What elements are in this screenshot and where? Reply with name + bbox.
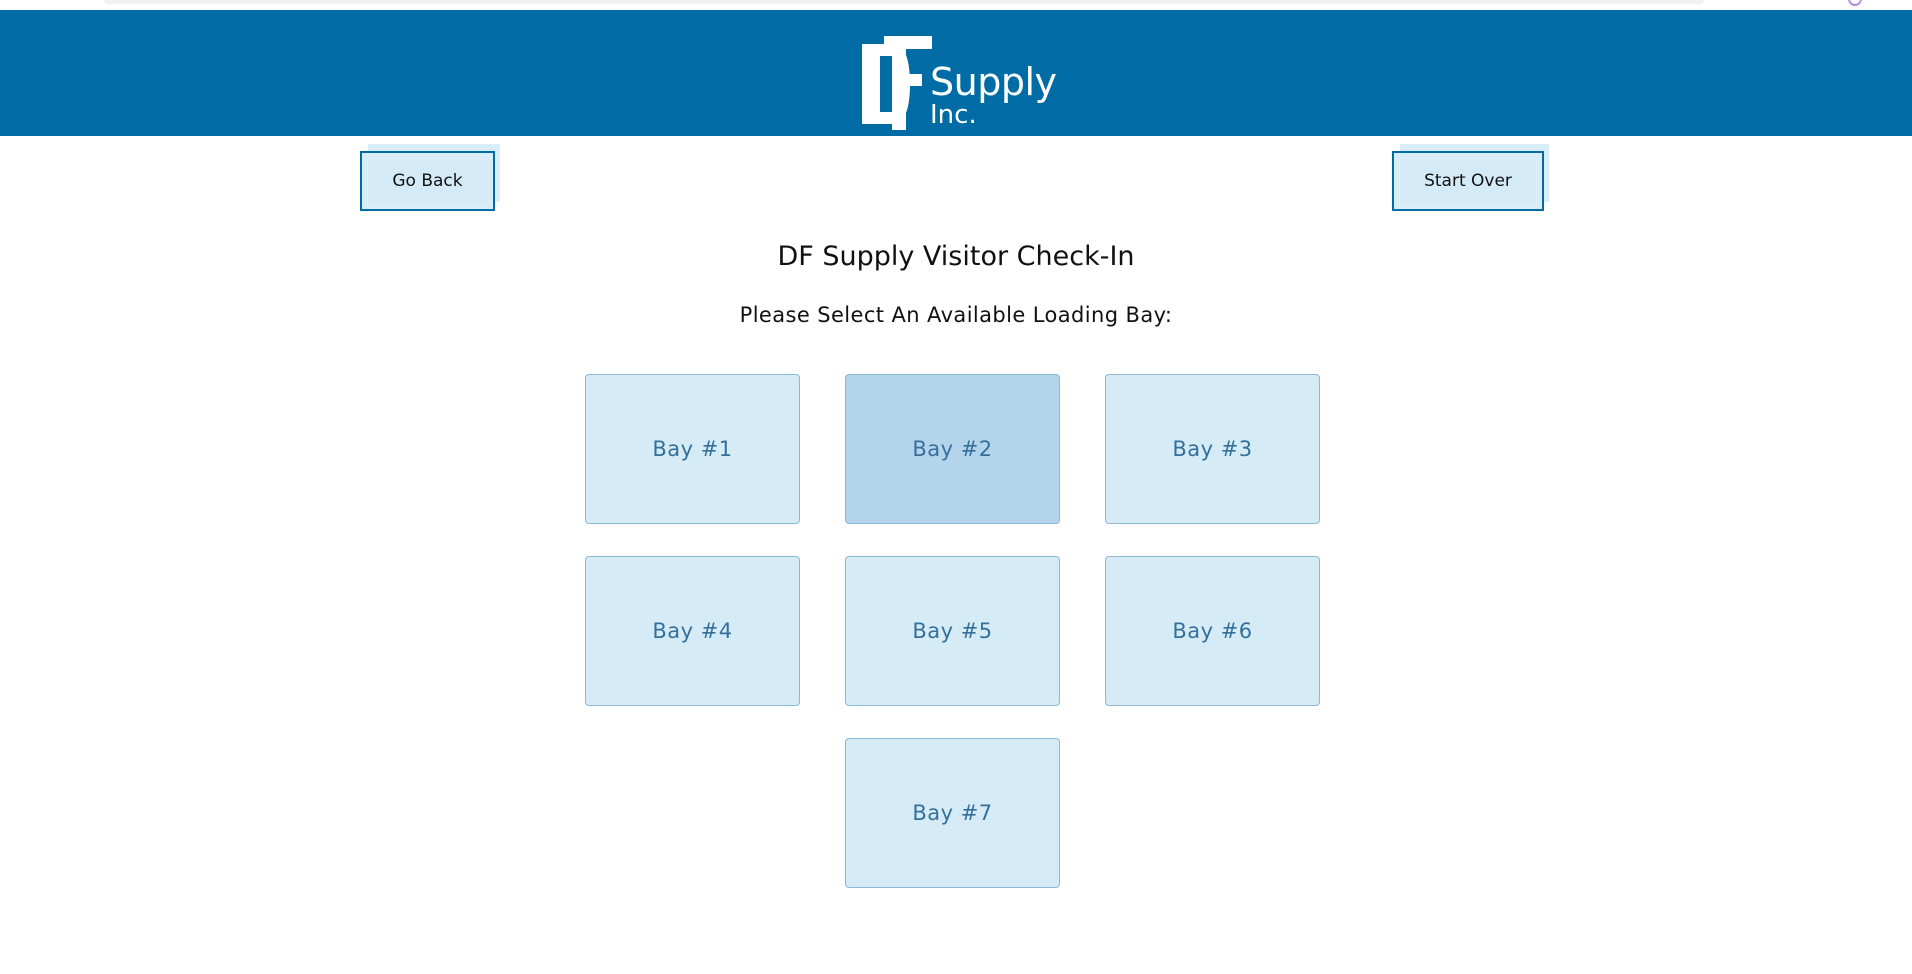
start-over-label: Start Over [1424,171,1512,191]
bay-6-button[interactable]: Bay #6 [1105,556,1320,706]
address-bar-edge [104,0,1704,4]
site-header: Supply Inc. [0,10,1912,136]
bay-7-button[interactable]: Bay #7 [845,738,1060,888]
bay-3-button[interactable]: Bay #3 [1105,374,1320,524]
page-subtitle: Please Select An Available Loading Bay: [739,303,1173,327]
bay-1-button[interactable]: Bay #1 [585,374,800,524]
go-back-label: Go Back [392,171,463,191]
browser-strip [0,0,1912,10]
logo-text-supply: Supply [930,60,1057,104]
go-back-button[interactable]: Go Back [360,144,500,211]
profile-icon[interactable] [1848,0,1862,6]
bay-5-button[interactable]: Bay #5 [845,556,1060,706]
logo-text-inc: Inc. [930,100,977,130]
bay-2-button[interactable]: Bay #2 [845,374,1060,524]
bay-4-button[interactable]: Bay #4 [585,556,800,706]
df-logo-icon [862,36,932,130]
start-over-button[interactable]: Start Over [1392,144,1549,211]
company-logo[interactable]: Supply Inc. [862,36,1057,130]
page-title: DF Supply Visitor Check-In [777,241,1135,272]
